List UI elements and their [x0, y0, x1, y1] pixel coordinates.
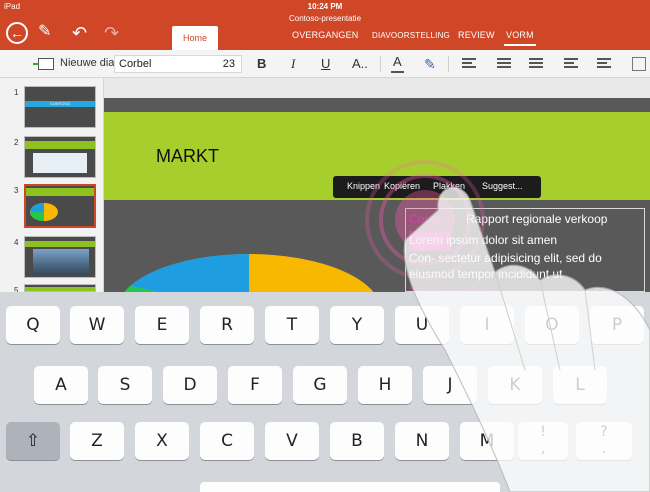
key-period-label: . [601, 441, 607, 457]
slide-thumbnail-3[interactable] [24, 184, 96, 228]
key-i[interactable]: I [460, 306, 514, 344]
underline-button[interactable]: U [321, 56, 330, 71]
tab-transitions[interactable]: OVERGANGEN [292, 30, 359, 40]
formatting-toolbar: Nieuwe dia Corbel 23 B I U A.. A ✎ [0, 50, 650, 78]
active-tab-indicator [504, 44, 536, 46]
key-p[interactable]: P [590, 306, 644, 344]
font-size-field[interactable]: 23 [223, 56, 235, 72]
slide-number: 2 [14, 138, 19, 147]
slide-textbox[interactable]: Contoso Rapport regionale verkoop Lorem … [405, 208, 645, 292]
slide-number: 1 [14, 88, 19, 97]
copy-menu-item[interactable]: Kopiëren [384, 181, 420, 191]
text-line-1: Rapport regionale verkoop [466, 212, 608, 226]
key-u[interactable]: U [395, 306, 449, 344]
status-bar: iPad 10:24 PM [0, 2, 650, 12]
redo-icon[interactable]: ↷ [104, 24, 119, 42]
key-l[interactable]: L [553, 366, 607, 404]
new-slide-button[interactable]: Nieuwe dia [60, 57, 114, 69]
key-n[interactable]: N [395, 422, 449, 460]
thumb-pie-icon [30, 203, 58, 221]
font-name: Corbel [119, 58, 152, 70]
key-f[interactable]: F [228, 366, 282, 404]
key-question[interactable]: ? . [576, 422, 632, 460]
suggest-menu-item[interactable]: Suggest... [482, 181, 523, 191]
highlight-pen-icon[interactable]: ✎ [424, 56, 436, 73]
slide-thumbnail-5[interactable] [24, 284, 96, 292]
key-e[interactable]: E [135, 306, 189, 344]
font-effects-button[interactable]: A.. [352, 56, 368, 71]
key-c[interactable]: C [200, 422, 254, 460]
key-comma-label: , [540, 441, 546, 457]
tab-format[interactable]: VORM [506, 30, 534, 40]
key-h[interactable]: H [358, 366, 412, 404]
slide-thumbnail-1[interactable]: CONTOSO [24, 86, 96, 128]
decrease-indent-icon[interactable] [564, 58, 578, 70]
save-icon[interactable]: ✎ [38, 24, 51, 40]
key-k[interactable]: K [488, 366, 542, 404]
bullet-list-icon[interactable] [497, 58, 511, 70]
key-j[interactable]: J [423, 366, 477, 404]
new-slide-icon[interactable] [33, 58, 54, 70]
back-icon[interactable]: ← [6, 22, 28, 44]
status-time: 10:24 PM [307, 2, 343, 11]
font-color-button[interactable]: A [393, 54, 402, 69]
undo-icon[interactable]: ↶ [72, 24, 87, 42]
key-b[interactable]: B [330, 422, 384, 460]
key-d[interactable]: D [163, 366, 217, 404]
key-exclamation[interactable]: ! , [518, 422, 568, 460]
title-bar: iPad 10:24 PM Contoso-presentatie ← ✎ ↶ … [0, 0, 650, 50]
key-a[interactable]: A [34, 366, 88, 404]
key-r[interactable]: R [200, 306, 254, 344]
pie-chart[interactable] [116, 236, 416, 292]
arrange-icon[interactable] [632, 57, 646, 71]
increase-indent-icon[interactable] [597, 58, 611, 70]
key-g[interactable]: G [293, 366, 347, 404]
text-contoso: Contoso [409, 212, 454, 226]
key-o[interactable]: O [525, 306, 579, 344]
text-line-4: eiusmod tempor incididunt ut [409, 267, 563, 281]
tab-slideshow[interactable]: DIAVOORSTELLING [372, 31, 450, 40]
key-m[interactable]: M [460, 422, 514, 460]
thumb-photo [33, 249, 89, 275]
text-line-3: Con- sectetur adipisicing elit, sed do [409, 251, 602, 265]
key-s[interactable]: S [98, 366, 152, 404]
key-exclamation-label: ! [540, 424, 546, 440]
key-t[interactable]: T [265, 306, 319, 344]
align-left-icon[interactable] [462, 58, 476, 70]
key-z[interactable]: Z [70, 422, 124, 460]
key-w[interactable]: W [70, 306, 124, 344]
italic-button[interactable]: I [291, 56, 295, 72]
document-title: Contoso-presentatie [288, 14, 362, 23]
space-bar[interactable] [200, 482, 500, 492]
slide-thumbnail-pane: 1 CONTOSO 2 3 4 5 [0, 78, 104, 295]
slide-thumbnail-2[interactable] [24, 136, 96, 178]
thumb-title: CONTOSO [49, 101, 71, 106]
onscreen-keyboard: Q W E R T Y U I O P A S D F G H J K L ⇧ … [0, 292, 650, 492]
key-y[interactable]: Y [330, 306, 384, 344]
slide-number: 3 [14, 186, 19, 195]
font-name-field[interactable]: Corbel 23 [114, 55, 242, 73]
cut-menu-item[interactable]: Knippen [347, 181, 380, 191]
key-q[interactable]: Q [6, 306, 60, 344]
text-line-5: labore et dolore [409, 284, 493, 292]
context-menu: Knippen Kopiëren Plakken Suggest... [333, 176, 541, 198]
text-line-2: Lorem ipsum dolor sit amen [409, 233, 558, 247]
key-v[interactable]: V [265, 422, 319, 460]
slide-number: 4 [14, 238, 19, 247]
pie-slice-blue [130, 253, 249, 292]
shift-key[interactable]: ⇧ [6, 422, 60, 460]
bold-button[interactable]: B [257, 56, 266, 71]
slide-title[interactable]: MARKT [156, 146, 219, 167]
key-x[interactable]: X [135, 422, 189, 460]
slide-thumbnail-4[interactable] [24, 236, 96, 278]
toolbar-divider [380, 56, 381, 72]
paste-menu-item[interactable]: Plakken [433, 181, 465, 191]
tab-review[interactable]: REVIEW [458, 30, 495, 40]
numbered-list-icon[interactable] [529, 58, 543, 70]
tab-home[interactable]: Home [172, 26, 218, 50]
key-question-label: ? [600, 424, 608, 440]
